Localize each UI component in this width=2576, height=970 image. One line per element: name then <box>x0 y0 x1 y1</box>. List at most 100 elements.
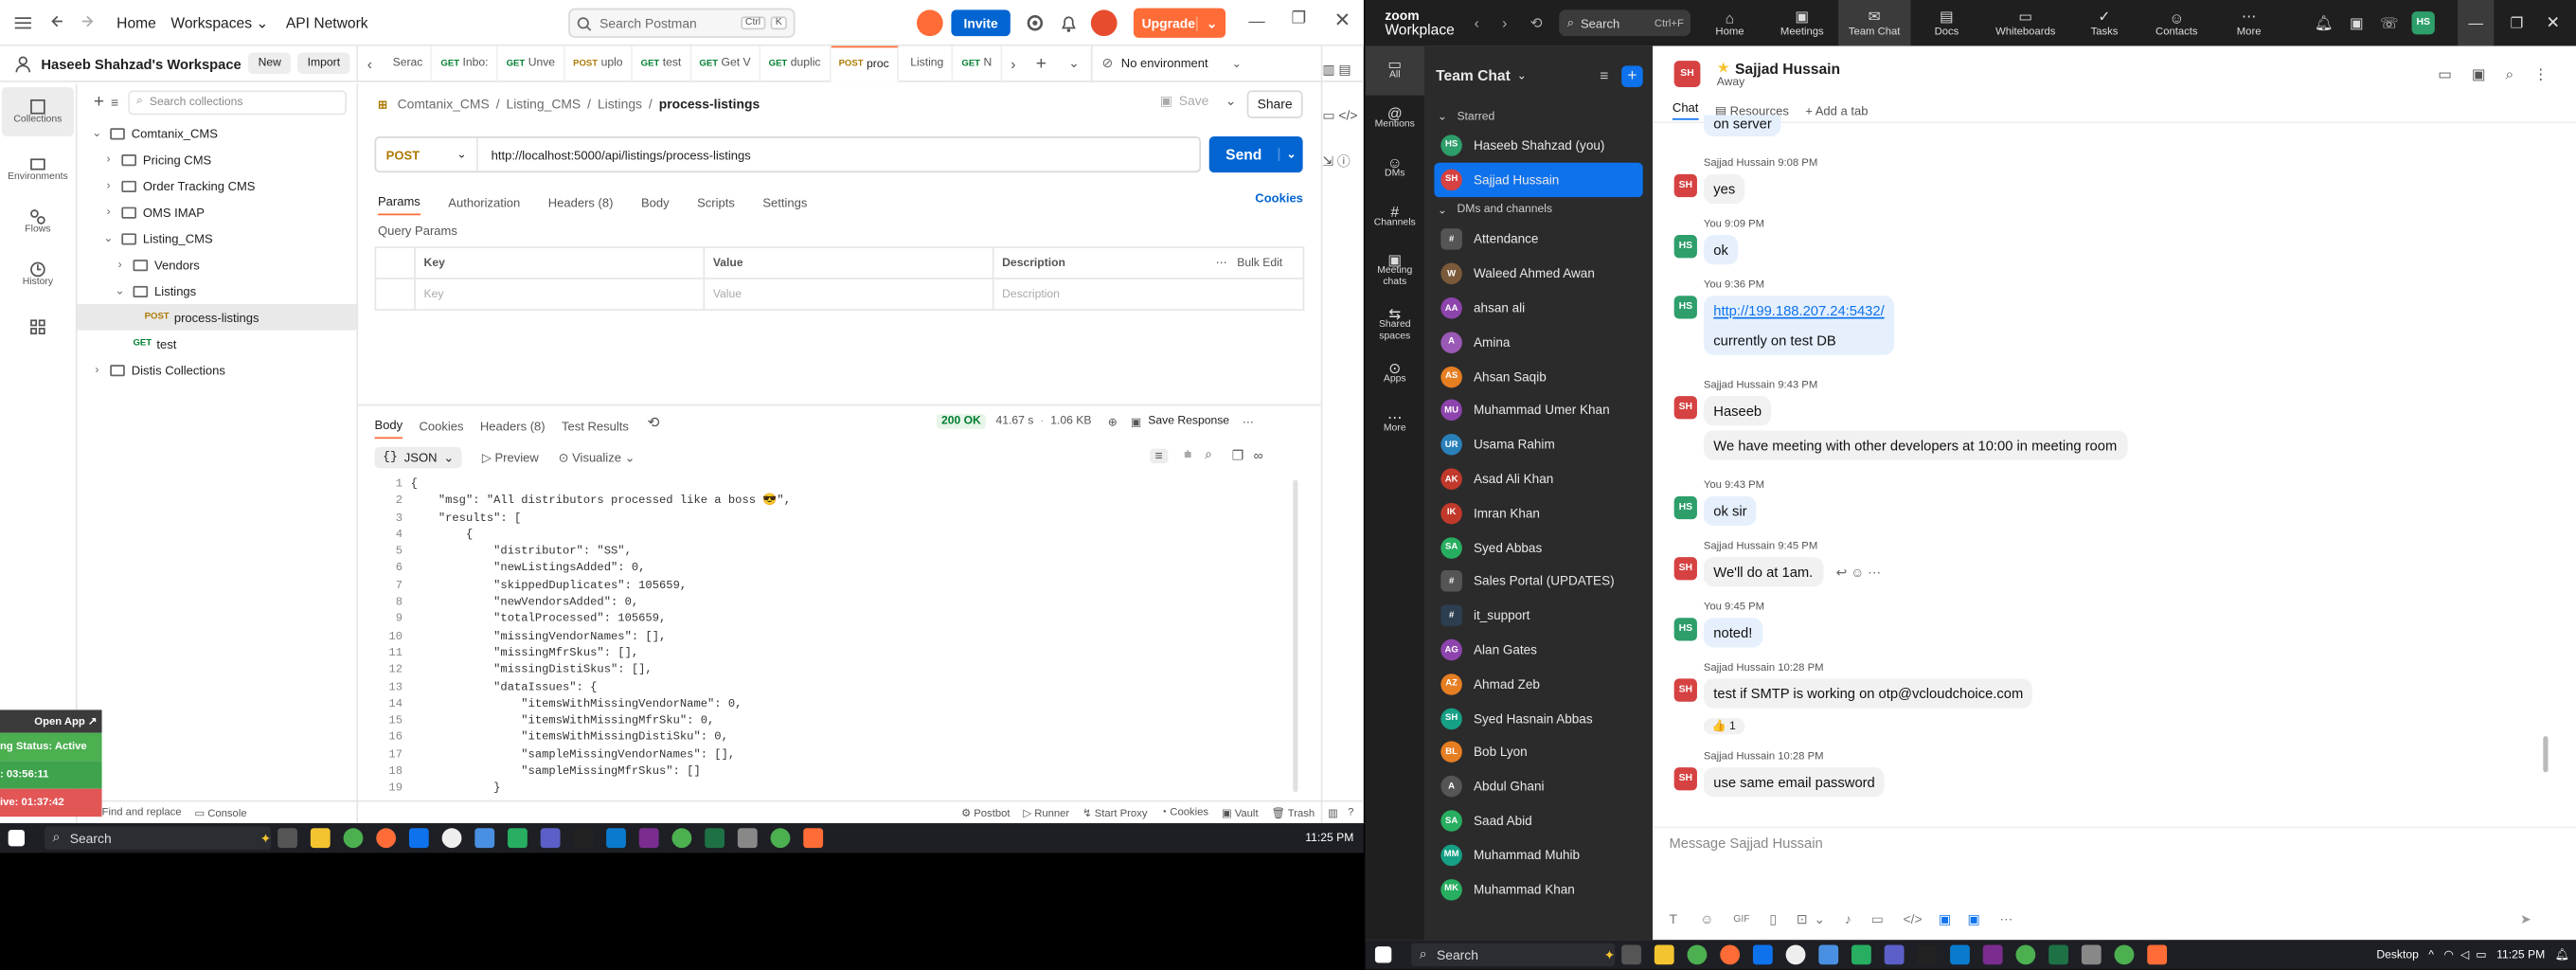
zoom-nav-more[interactable]: ⋯ More <box>2212 0 2284 46</box>
gear-icon[interactable] <box>1025 13 1045 33</box>
message-bubble[interactable]: We have meeting with other developers at… <box>1703 430 2127 460</box>
back-icon[interactable] <box>49 13 65 29</box>
maximize-icon[interactable]: ❐ <box>1291 9 1306 27</box>
response-tab[interactable]: Test Results <box>562 412 629 439</box>
tree-item[interactable]: › Vendors <box>78 251 357 278</box>
channel-item[interactable]: SA Saad Abid <box>1424 804 1653 838</box>
postman-icon[interactable] <box>376 828 397 849</box>
rail-apps[interactable]: ⊙ Apps <box>1366 350 1424 399</box>
more-icon[interactable]: ⋯ <box>1243 415 1254 428</box>
emoji-icon[interactable]: ☺ <box>1700 912 1713 927</box>
message-input[interactable]: Message Sajjad Hussain <box>1669 835 1822 851</box>
search-icon[interactable]: ⌕ <box>1205 447 1212 463</box>
request-config-tab[interactable]: Scripts <box>697 189 735 215</box>
minimize-icon[interactable]: — <box>1248 13 1264 31</box>
new-tab-icon[interactable]: + <box>1025 53 1058 73</box>
chevron-down-icon[interactable]: ⌄ <box>102 232 116 244</box>
request-tab[interactable]: GET N <box>954 45 1002 81</box>
related-icon[interactable]: ⇲ <box>1322 138 1333 185</box>
channel-item[interactable]: W Waleed Ahmed Awan <box>1424 257 1653 291</box>
request-config-tab[interactable]: Settings <box>762 189 807 215</box>
chrome-icon[interactable] <box>2114 944 2135 965</box>
zoom-nav-home[interactable]: ⌂ Home <box>1693 0 1765 46</box>
profile-avatar[interactable]: HS <box>2411 11 2435 35</box>
response-time[interactable]: 41.67 s <box>995 416 1033 427</box>
channel-item[interactable]: A Abdul Ghani <box>1424 769 1653 803</box>
attach-icon[interactable]: ▯ <box>1769 912 1777 927</box>
vault-button[interactable]: ▣ Vault <box>1222 806 1259 819</box>
message-avatar[interactable]: HS <box>1673 296 1697 319</box>
breadcrumb-item[interactable]: Listings <box>598 97 642 112</box>
runner-button[interactable]: ▷ Runner <box>1023 806 1069 819</box>
rail-collections[interactable]: Collections <box>1 86 75 136</box>
explorer-icon[interactable] <box>310 828 331 849</box>
code-icon[interactable]: </> <box>1904 912 1923 927</box>
message-bubble[interactable]: yes <box>1703 173 1745 205</box>
chrome-icon[interactable] <box>343 828 364 849</box>
request-tab[interactable]: GET duplic <box>760 45 831 81</box>
zoom-icon[interactable] <box>1752 944 1773 965</box>
nav-workspaces[interactable]: Workspaces ⌄ <box>170 15 268 33</box>
chrome-icon[interactable] <box>770 828 791 849</box>
tab-chat[interactable]: Chat <box>1672 100 1699 120</box>
task-view-icon[interactable] <box>277 828 297 849</box>
chrome-icon[interactable] <box>671 828 692 849</box>
info-icon[interactable]: ⓘ <box>1337 138 1351 185</box>
rail-channels[interactable]: # Channels <box>1366 194 1424 243</box>
zoom-nav-docs[interactable]: ▤ Docs <box>1910 0 1982 46</box>
tree-item[interactable]: › Order Tracking CMS <box>78 172 357 199</box>
onenote-icon[interactable] <box>1982 944 2003 965</box>
bell-icon[interactable] <box>1060 13 1078 33</box>
clock[interactable]: 11:25 PM <box>2496 949 2545 961</box>
new-chat-button[interactable]: + <box>1621 64 1643 87</box>
tabs-scroll-left-icon[interactable]: ‹ <box>358 55 381 71</box>
tree-item[interactable]: ⌄ Listing_CMS <box>78 225 357 252</box>
onenote-icon[interactable] <box>638 828 659 849</box>
tree-item[interactable]: › OMS IMAP <box>78 199 357 225</box>
task-view-icon[interactable] <box>1621 944 1641 965</box>
screenshot-icon[interactable]: ⊡ <box>1797 912 1808 927</box>
tabs-menu-icon[interactable]: ⌄ <box>1058 56 1091 71</box>
request-tab[interactable]: POST proc <box>830 45 900 81</box>
import-button[interactable]: Import <box>297 52 350 75</box>
star-icon[interactable]: ★ <box>1717 59 1730 77</box>
app-icon[interactable] <box>1785 944 1806 965</box>
preview-button[interactable]: ▷ Preview <box>482 450 539 465</box>
app-icon[interactable]: ▣ <box>1967 912 1979 927</box>
app-icon[interactable] <box>2081 944 2102 965</box>
search-icon[interactable]: ⌕ <box>2505 65 2513 83</box>
channel-item[interactable]: MK Muhammad Khan <box>1424 872 1653 907</box>
description-input[interactable]: Description <box>993 279 1302 309</box>
chevron-down-icon[interactable]: ⌄ <box>1814 912 1825 927</box>
tab-add[interactable]: + Add a tab <box>1805 102 1868 117</box>
find-replace-button[interactable]: Find and replace <box>102 807 182 818</box>
globe-icon[interactable]: ⊕ <box>1108 415 1118 428</box>
message-bubble[interactable]: ok <box>1703 235 1739 265</box>
app-icon[interactable] <box>508 828 528 849</box>
new-button[interactable]: New <box>248 52 292 75</box>
message-bubble[interactable]: Haseeb <box>1703 396 1772 426</box>
request-tab[interactable]: GET Get V <box>691 45 760 81</box>
send-button[interactable]: Send ⌄ <box>1208 135 1303 173</box>
channel-item[interactable]: MU Muhammad Umer Khan <box>1424 394 1653 428</box>
taskbar-search[interactable]: ⌕ Search ✦ <box>1411 943 1616 967</box>
close-icon[interactable]: ✕ <box>2540 14 2567 32</box>
terminal-icon[interactable] <box>1917 944 1938 965</box>
rail-meeting-chats[interactable]: ▣ Meeting chats <box>1366 247 1424 296</box>
app-icon[interactable] <box>441 828 462 849</box>
app-icon[interactable] <box>803 828 824 849</box>
method-select[interactable]: POST ⌄ <box>376 137 478 171</box>
chevron-right-icon[interactable]: › <box>102 153 116 165</box>
channel-item[interactable]: IK Imran Khan <box>1424 496 1653 530</box>
channel-item[interactable]: AA ahsan ali <box>1424 291 1653 325</box>
apps-icon[interactable]: ▣ <box>2350 14 2364 32</box>
channel-item[interactable]: AK Asad Ali Khan <box>1424 462 1653 496</box>
chrome-icon[interactable] <box>1687 944 1708 965</box>
message-bubble[interactable]: test if SMTP is working on otp@vcloudcho… <box>1703 678 2033 709</box>
windows-start-icon[interactable] <box>8 830 26 847</box>
postman-icon[interactable] <box>1720 944 1741 965</box>
channel-item[interactable]: SA Syed Abbas <box>1424 530 1653 565</box>
environment-selector[interactable]: ⊘ No environment ⌄ <box>1090 45 1242 81</box>
chevron-down-icon[interactable]: ⌄ <box>90 127 103 139</box>
postbot-button[interactable]: ⚙ Postbot <box>961 806 1010 819</box>
